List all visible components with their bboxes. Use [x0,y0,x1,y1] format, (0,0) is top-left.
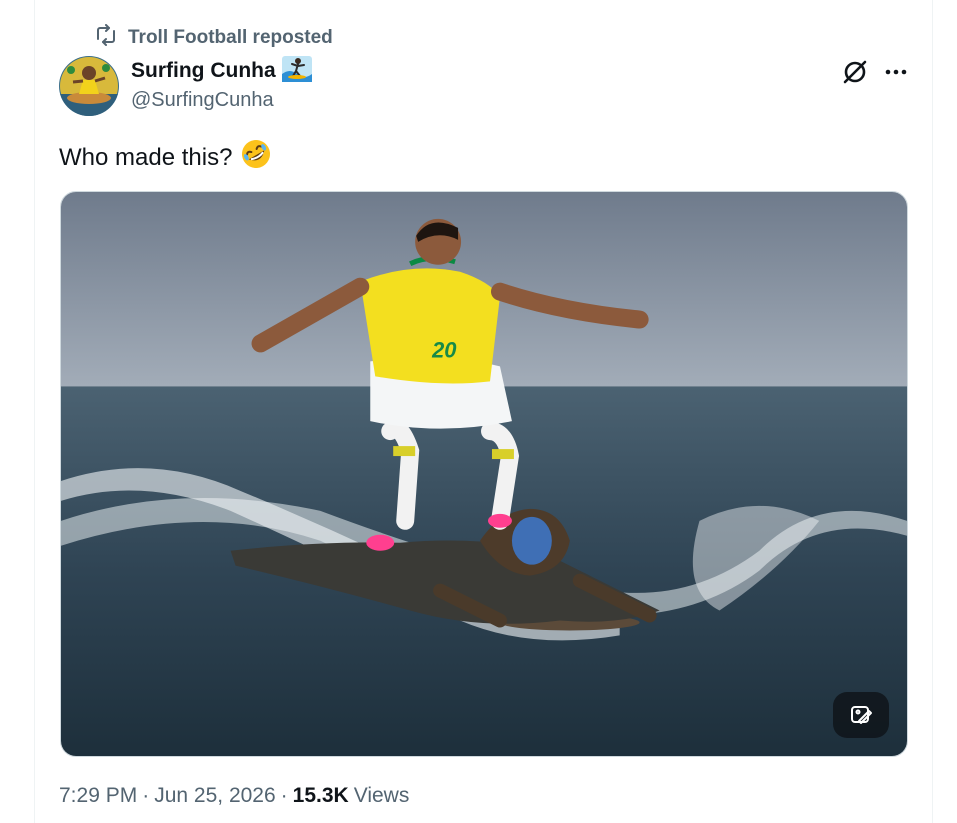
surfing-photo: 20 [61,192,907,756]
repost-indicator[interactable]: Troll Football reposted [94,24,333,52]
author-handle[interactable]: @SurfingCunha [131,89,274,112]
surfer-emoji [281,55,312,87]
author-name-row[interactable]: Surfing Cunha [131,55,312,87]
grok-icon [843,60,867,84]
more-options-button[interactable] [880,56,912,88]
grok-button[interactable] [839,56,871,88]
views-label: Views [353,784,410,807]
author-display-name[interactable]: Surfing Cunha [131,59,276,83]
avatar[interactable] [59,56,119,116]
repost-icon [94,24,118,52]
tweet-text: Who made this? [59,138,272,177]
edit-image-icon [851,706,872,724]
more-icon [885,69,907,75]
tweet-media-photo[interactable]: 20 [60,191,908,757]
jersey-number: 20 [431,337,456,362]
timeline-divider-right [932,0,933,823]
timeline-divider-left [34,0,35,823]
views-count[interactable]: 15.3K [293,784,349,808]
tweet-body: Who made this? [59,143,233,171]
tweet-time[interactable]: 7:29 PM [59,784,137,808]
edit-image-button[interactable] [833,692,889,738]
tweet-metadata: 7:29 PM · Jun 25, 2026 · 15.3K Views [59,784,409,808]
tweet-date[interactable]: Jun 25, 2026 [154,784,275,808]
repost-label: Troll Football reposted [128,27,333,48]
meta-separator: · [142,784,150,807]
rofl-emoji [240,138,272,177]
meta-separator: · [280,784,288,807]
